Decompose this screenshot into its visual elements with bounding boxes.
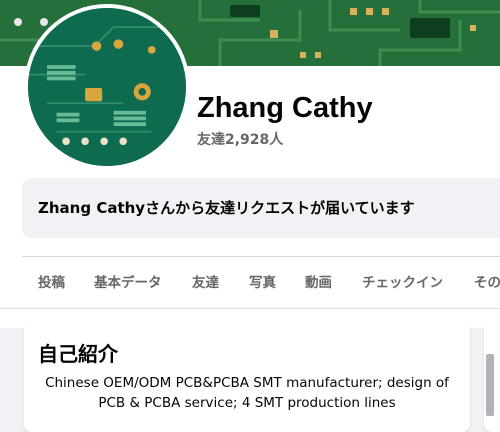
profile-name: Zhang Cathy bbox=[197, 92, 373, 124]
friend-request-text: Zhang Cathyさんから友達リクエストが届いています bbox=[38, 199, 415, 217]
pcb-avatar-image bbox=[28, 8, 186, 166]
profile-avatar[interactable] bbox=[24, 4, 190, 170]
side-card-handle bbox=[486, 354, 494, 416]
tab-posts[interactable]: 投稿 bbox=[38, 271, 65, 291]
friends-count[interactable]: 友達2,928人 bbox=[197, 129, 283, 149]
side-card bbox=[484, 322, 500, 432]
friend-request-notice: Zhang Cathyさんから友達リクエストが届いています bbox=[22, 178, 500, 238]
tab-friends[interactable]: 友達 bbox=[192, 271, 219, 291]
tab-photos[interactable]: 写真 bbox=[249, 271, 276, 291]
intro-card: 自己紹介 Chinese OEM/ODM PCB&PCBA SMT manufa… bbox=[24, 322, 470, 432]
tab-check-ins[interactable]: チェックイン bbox=[362, 271, 443, 291]
tab-videos[interactable]: 動画 bbox=[305, 271, 332, 291]
profile-tabs: 投稿 基本データ 友達 写真 動画 チェックイン その bbox=[0, 260, 500, 309]
tab-more[interactable]: その bbox=[474, 271, 500, 291]
intro-bio: Chinese OEM/ODM PCB&PCBA SMT manufacture… bbox=[45, 375, 449, 411]
header-divider bbox=[22, 256, 500, 257]
tab-about[interactable]: 基本データ bbox=[94, 271, 162, 291]
intro-title: 自己紹介 bbox=[38, 342, 118, 366]
